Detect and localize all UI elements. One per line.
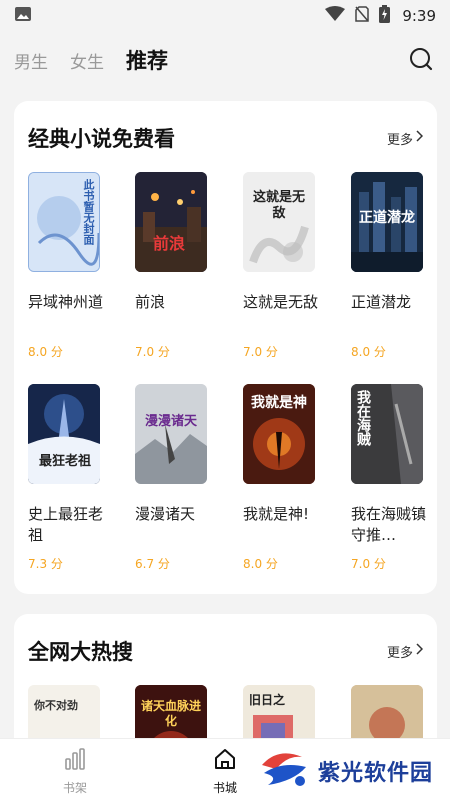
bookshelf-icon	[63, 748, 87, 775]
section-header: 全网大热搜 更多	[28, 636, 424, 666]
book-cover[interactable]: 我就是神	[243, 384, 315, 484]
book-score: 8.0 分	[351, 345, 386, 359]
battery-charging-icon	[379, 5, 391, 27]
nav-label: 书城	[212, 781, 237, 795]
book-cover[interactable]: 这就是无敌	[243, 172, 315, 272]
book-item[interactable]: 此书暂无封面 异域神州道 8.0 分	[28, 172, 118, 360]
book-title: 前浪	[135, 293, 166, 311]
home-icon	[213, 749, 237, 775]
book-cover[interactable]: 漫漫诸天	[135, 384, 207, 484]
book-title: 史上最狂老祖	[28, 505, 104, 544]
status-bar: 9:39	[0, 0, 450, 32]
cover-text: 诸天血脉进化	[141, 699, 202, 728]
book-score: 7.0 分	[135, 345, 170, 359]
book-score: 6.7 分	[135, 557, 170, 571]
book-score: 8.0 分	[243, 557, 278, 571]
cover-text: 你不对劲	[34, 699, 78, 712]
book-score: 7.0 分	[351, 557, 386, 571]
more-link[interactable]: 更多	[386, 642, 424, 661]
book-title: 漫漫诸天	[135, 505, 196, 523]
cover-text: 正道潜龙	[359, 210, 415, 226]
more-label: 更多	[386, 132, 413, 148]
cover-text: 前浪	[153, 234, 186, 253]
cover-text: 最狂老祖	[38, 454, 91, 469]
tab-male[interactable]: 男生	[14, 48, 48, 73]
chevron-right-icon	[415, 130, 424, 146]
watermark-logo	[258, 747, 312, 795]
book-cover[interactable]: 此书暂无封面	[28, 172, 100, 272]
book-cover[interactable]: 最狂老祖	[28, 384, 100, 484]
cover-text: 我在海贼	[355, 390, 371, 446]
section-title: 经典小说免费看	[28, 127, 175, 151]
book-title: 正道潜龙	[351, 293, 412, 311]
tab-female[interactable]: 女生	[70, 48, 104, 73]
search-icon[interactable]	[408, 46, 434, 72]
gallery-icon	[14, 6, 32, 26]
tab-recommend[interactable]: 推荐	[126, 45, 168, 75]
section-classic-novels: 经典小说免费看 更多 此书暂无封面 异域神州道 8.0 分 前浪 前浪 7.0 …	[14, 101, 437, 594]
cover-text: 此书暂无封面	[82, 179, 95, 245]
no-sim-icon	[355, 6, 370, 26]
nav-bookstore[interactable]: 书城	[190, 747, 260, 796]
book-item[interactable]: 前浪 前浪 7.0 分	[135, 172, 225, 360]
section-header: 经典小说免费看 更多	[28, 123, 424, 153]
nav-label: 书架	[62, 781, 87, 795]
nav-bookshelf[interactable]: 书架	[40, 747, 110, 796]
watermark: 紫光软件园	[258, 748, 450, 794]
cover-text: 旧日之	[249, 693, 286, 707]
wifi-icon	[325, 6, 346, 26]
book-score: 7.3 分	[28, 557, 63, 571]
book-cover[interactable]: 正道潜龙	[351, 172, 423, 272]
top-nav: 男生 女生 推荐	[0, 32, 450, 88]
cover-text: 我就是神	[251, 395, 307, 411]
book-item[interactable]: 这就是无敌 这就是无敌 7.0 分	[243, 172, 333, 360]
book-title: 异域神州道	[28, 293, 104, 311]
book-cover[interactable]: 我在海贼	[351, 384, 423, 484]
book-score: 8.0 分	[28, 345, 63, 359]
book-score: 7.0 分	[243, 345, 278, 359]
book-item[interactable]: 最狂老祖 史上最狂老祖 7.3 分	[28, 384, 118, 572]
book-item[interactable]: 漫漫诸天 漫漫诸天 6.7 分	[135, 384, 225, 572]
book-item[interactable]: 我就是神 我就是神! 8.0 分	[243, 384, 333, 572]
cover-text: 漫漫诸天	[144, 414, 197, 429]
book-cover[interactable]: 前浪	[135, 172, 207, 272]
book-title: 我就是神!	[243, 505, 310, 523]
more-link[interactable]: 更多	[386, 129, 424, 148]
more-label: 更多	[386, 645, 413, 661]
book-title: 这就是无敌	[243, 293, 319, 311]
status-time: 9:39	[402, 7, 436, 25]
watermark-text: 紫光软件园	[318, 761, 434, 786]
chevron-right-icon	[415, 643, 424, 659]
book-title: 我在海贼镇守推…	[351, 505, 427, 544]
section-title: 全网大热搜	[28, 640, 133, 664]
cover-text: 这就是无敌	[252, 190, 305, 221]
book-item[interactable]: 正道潜龙 正道潜龙 8.0 分	[351, 172, 441, 360]
book-item[interactable]: 我在海贼 我在海贼镇守推… 7.0 分	[351, 384, 441, 572]
